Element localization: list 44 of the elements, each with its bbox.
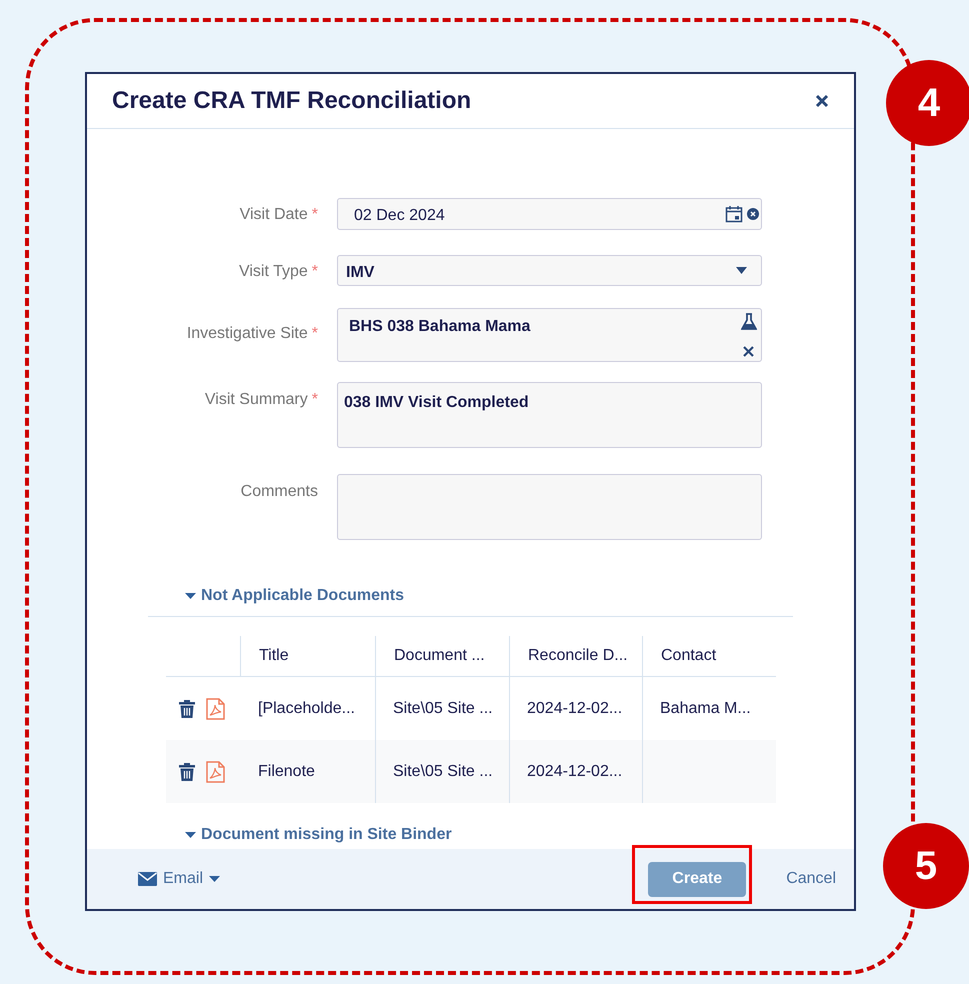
clear-icon[interactable] xyxy=(747,208,759,220)
calendar-icon[interactable] xyxy=(725,205,743,223)
trash-icon[interactable] xyxy=(179,762,195,780)
column-header[interactable]: Title xyxy=(241,636,376,676)
step-badge: 5 xyxy=(883,823,969,909)
field-label: Investigative Site xyxy=(186,324,308,344)
required-mark: * xyxy=(312,205,318,225)
caret-icon xyxy=(736,267,747,275)
caret-icon[interactable] xyxy=(185,832,196,838)
envelope-icon xyxy=(138,872,157,886)
step-badge: 4 xyxy=(886,60,969,146)
table-cell-text: Bahama M... xyxy=(660,698,751,718)
caret-icon[interactable] xyxy=(209,876,220,882)
pdf-icon[interactable] xyxy=(206,760,225,782)
table-cell-text: 2024-12-02... xyxy=(527,698,622,718)
text-area[interactable]: 038 IMV Visit Completed xyxy=(337,382,762,448)
flask-icon[interactable] xyxy=(741,313,757,330)
window-title: Create CRA TMF Reconciliation xyxy=(112,86,472,116)
trash-icon[interactable] xyxy=(179,700,195,718)
table-cell-text: Filenote xyxy=(258,762,315,782)
email-button[interactable]: Email xyxy=(138,867,220,891)
input-field[interactable]: 02 Dec 2024 xyxy=(337,198,762,230)
field-label: Comments xyxy=(240,482,318,502)
required-mark: * xyxy=(312,262,318,282)
table-cell-text: [Placeholde... xyxy=(258,698,355,718)
table-cell-text: Site\05 Site ... xyxy=(393,698,493,718)
table-cell-text: 2024-12-02... xyxy=(527,762,622,782)
table-cell-text: Site\05 Site ... xyxy=(393,762,493,782)
input-field[interactable]: BHS 038 Bahama Mama xyxy=(337,308,762,362)
pdf-icon[interactable] xyxy=(206,698,225,720)
visit-type-dropdown[interactable]: IMV xyxy=(337,255,762,286)
cancel-link[interactable]: Cancel xyxy=(786,867,836,891)
field-label: Visit Date xyxy=(240,205,308,225)
column-header[interactable]: Contact xyxy=(643,636,776,676)
section-header[interactable]: Not Applicable Documents xyxy=(148,584,793,617)
field-label: Visit Type xyxy=(238,262,308,282)
clear-icon[interactable] xyxy=(743,346,754,357)
required-mark: * xyxy=(312,324,318,344)
column-header[interactable]: Document ... xyxy=(376,636,510,676)
close-icon[interactable] xyxy=(815,94,829,108)
caret-icon[interactable] xyxy=(185,592,196,600)
column-header[interactable]: Reconcile D... xyxy=(510,636,643,676)
required-mark: * xyxy=(312,390,318,410)
field-label: Visit Summary xyxy=(204,390,308,410)
